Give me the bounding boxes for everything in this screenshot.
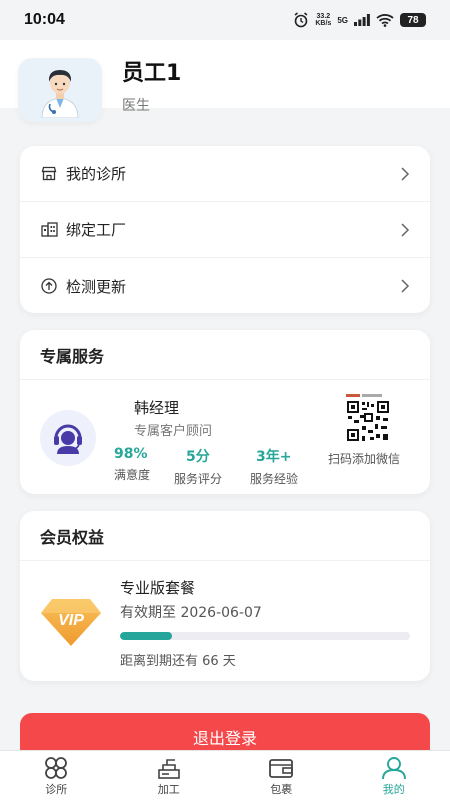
service-title: 专属服务: [20, 330, 430, 380]
status-bar: 10:04 33.2 KB/s 5G 78: [0, 0, 450, 40]
tab-mine[interactable]: 我的: [338, 751, 450, 800]
advisor-name: 韩经理: [134, 399, 180, 417]
stat-service-experience: 3年+ 服务经验: [250, 449, 299, 486]
plan-valid-until: 有效期至 2026-06-07: [120, 605, 262, 621]
menu-item-bind-factory[interactable]: 绑定工厂: [20, 202, 430, 258]
advisor-title: 专属客户顾问: [134, 424, 213, 439]
plan-name: 专业版套餐: [120, 579, 196, 597]
wallet-tab-icon: [269, 759, 294, 778]
upload-circle-icon: [40, 277, 58, 295]
days-remaining: 距离到期还有 66 天: [120, 654, 236, 669]
tab-package[interactable]: 包裹: [225, 751, 338, 800]
chevron-right-icon: [401, 222, 410, 237]
profile-header: 员工1 医生: [0, 40, 450, 140]
menu-item-label: 检测更新: [66, 277, 127, 296]
clinic-tab-icon: [45, 757, 68, 779]
user-tab-icon: [381, 757, 406, 780]
user-name: 员工1: [122, 61, 182, 86]
qr-code-icon: [346, 394, 390, 442]
vip-badge-text: VIP: [58, 612, 84, 629]
factory-icon: [40, 221, 58, 239]
exclusive-service-card: 专属服务 韩经理 专属客户顾问 98% 满意度 5分 服务评分 3年+ 服务经验: [20, 330, 430, 494]
signal-icon: [354, 14, 370, 26]
machine-tab-icon: [157, 759, 180, 779]
membership-progress-bar: [120, 632, 410, 640]
settings-menu: 我的诊所 绑定工厂 检测更新: [20, 146, 430, 313]
status-icons: 33.2 KB/s 5G 78: [293, 12, 426, 28]
tab-processing[interactable]: 加工: [113, 751, 226, 800]
menu-item-label: 绑定工厂: [66, 221, 127, 239]
battery-indicator: 78: [400, 13, 426, 27]
wechat-qr[interactable]: 扫码添加微信: [326, 394, 410, 467]
menu-item-my-clinic[interactable]: 我的诊所: [20, 146, 430, 202]
membership-progress-fill: [120, 632, 173, 640]
chevron-right-icon: [401, 166, 410, 181]
customer-service-icon: [40, 410, 96, 466]
bottom-tab-bar: 诊所 加工 包裹 我的: [0, 750, 450, 800]
wifi-icon: [376, 14, 394, 27]
network-type: 5G: [337, 15, 348, 25]
menu-item-check-update[interactable]: 检测更新: [20, 258, 430, 314]
user-role: 医生: [122, 98, 150, 114]
net-speed: 33.2 KB/s: [315, 13, 332, 27]
store-icon: [40, 165, 58, 183]
status-time: 10:04: [24, 11, 65, 28]
stat-satisfaction: 98% 满意度: [114, 446, 151, 482]
alarm-icon: [294, 12, 308, 28]
membership-title: 会员权益: [20, 511, 430, 561]
chevron-right-icon: [401, 279, 410, 293]
stat-service-score: 5分 服务评分: [174, 449, 223, 486]
qr-label: 扫码添加微信: [327, 452, 400, 466]
membership-card: 会员权益 VIP 专业版套餐 有效期至 2026-06-07 距离到期还有 66…: [20, 511, 430, 681]
vip-badge-icon: VIP: [41, 599, 101, 646]
doctor-avatar-icon: [41, 70, 79, 118]
tab-clinic[interactable]: 诊所: [0, 751, 113, 800]
avatar[interactable]: [18, 58, 102, 122]
menu-item-label: 我的诊所: [66, 165, 127, 183]
